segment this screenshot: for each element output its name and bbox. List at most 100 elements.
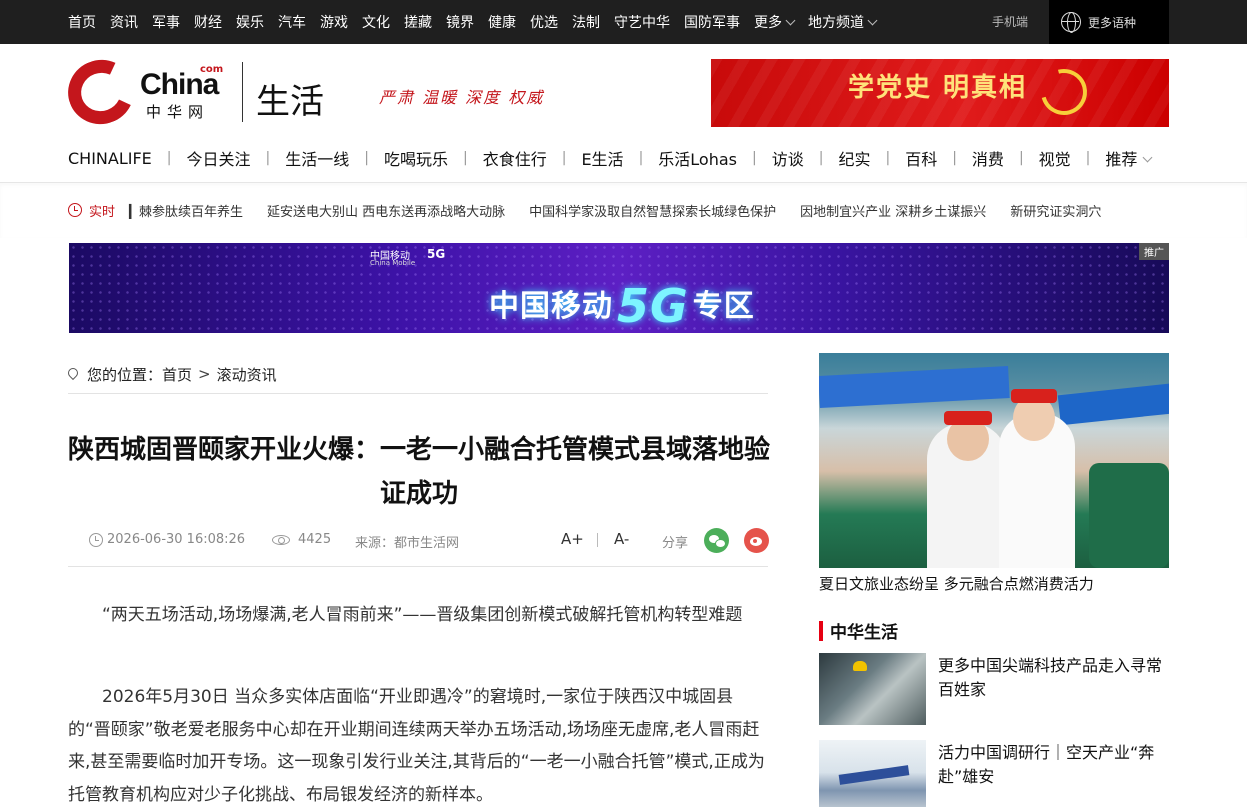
channel-nav-item[interactable]: 吃喝玩乐 [384, 146, 448, 170]
banner-5g-small: 5G [427, 247, 446, 261]
channel-nav: CHINALIFE | 今日关注 | 生活一线 | 吃喝玩乐 | 衣食住行 | E生活 | … [68, 146, 1151, 170]
top-nav-item[interactable]: 资讯 [110, 12, 138, 32]
sidebar-news-item[interactable]: 活力中国调研行｜空天产业“奔赴”雄安 [819, 740, 1169, 807]
channel-nav-item[interactable]: E生活 [581, 146, 623, 170]
logo-c-mark [59, 50, 143, 134]
language-label: 更多语种 [1088, 15, 1137, 30]
font-increase-button[interactable]: A+ [561, 530, 584, 548]
feature-caption[interactable]: 夏日文旅业态纷呈 多元融合点燃消费活力 [819, 573, 1094, 594]
top-nav-item[interactable]: 优选 [530, 12, 558, 32]
channel-nav-item[interactable]: 乐活Lohas [658, 146, 737, 170]
meta-separator [597, 533, 598, 547]
image-seat-shape [1089, 463, 1169, 568]
article-paragraph: “两天五场活动,场场爆满,老人冒雨前来”——晋级集团创新模式破解托管机构转型难题 [102, 605, 743, 625]
top-nav-item[interactable]: 国防军事 [684, 12, 740, 32]
share-label: 分享 [662, 536, 689, 551]
ticker-item[interactable]: 因地制宜兴产业 深耕乡土谋振兴 [800, 201, 986, 220]
nav-separator: | [638, 150, 644, 166]
channel-name[interactable]: 生活 [256, 74, 324, 123]
feature-image[interactable] [819, 353, 1169, 568]
header-ad-text: 学党史 明真相 [848, 73, 1028, 103]
site-logo[interactable]: China com 中华网 [59, 50, 238, 134]
breadcrumb: 您的位置： 首页 > 滚动资讯 [65, 364, 277, 385]
top-nav-item[interactable]: 法制 [572, 12, 600, 32]
publish-time: 2026-06-30 16:08:26 [89, 532, 245, 547]
top-nav-item[interactable]: 搓藏 [404, 12, 432, 32]
top-nav-item[interactable]: 镜界 [446, 12, 474, 32]
breadcrumb-home[interactable]: 首页 [162, 364, 192, 385]
news-ticker: 实时 ▎棘参肽续百年养生 延安送电大别山 西电东送再添战略大动脉 中国科学家汲取… [68, 201, 1169, 219]
nav-separator: | [885, 150, 891, 166]
banner-title-5g: 5G [617, 279, 689, 333]
china-mobile-5g-banner[interactable]: 中国移动 China Mobile 5G 中国移动5G 专区 推广 [69, 243, 1169, 333]
top-nav-item[interactable]: 汽车 [278, 12, 306, 32]
header-ad-banner[interactable]: 学党史 明真相 [711, 59, 1169, 127]
top-nav-item[interactable]: 军事 [152, 12, 180, 32]
channel-nav-item[interactable]: 衣食住行 [483, 146, 547, 170]
top-nav-region[interactable]: 地方频道 [808, 12, 876, 32]
eye-icon [272, 534, 290, 545]
ticker-label: 实时 [89, 204, 116, 220]
divider [68, 566, 768, 567]
ticker-item[interactable]: 中国科学家汲取自然智慧探索长城绿色保护 [529, 201, 776, 220]
top-nav-item[interactable]: 守艺中华 [614, 12, 670, 32]
location-pin-icon [65, 365, 81, 381]
logo-cn: 中华网 [146, 103, 210, 121]
channel-nav-item[interactable]: 百科 [905, 146, 937, 170]
mobile-link[interactable]: 手机端 [992, 0, 1028, 44]
ticker-item[interactable]: 延安送电大别山 西电东送再添战略大动脉 [267, 201, 505, 220]
nav-separator: | [265, 150, 271, 166]
nav-separator: | [364, 150, 369, 166]
nav-separator: | [462, 150, 468, 166]
nav-separator: | [752, 150, 757, 166]
news-title: 活力中国调研行｜空天产业“奔赴”雄安 [938, 743, 1155, 786]
weibo-share-icon[interactable] [744, 528, 769, 553]
view-count-text: 4425 [298, 532, 332, 547]
channel-nav-item[interactable]: CHINALIFE [68, 149, 152, 168]
article-paragraph: 2026年5月30日 当众多实体店面临“开业即遇冷”的窘境时,一家位于陕西汉中城… [68, 687, 765, 805]
news-thumbnail [819, 740, 926, 807]
channel-nav-recommend[interactable]: 推荐 [1105, 146, 1151, 170]
channel-nav-item[interactable]: 消费 [972, 146, 1004, 170]
top-nav-item[interactable]: 首页 [68, 12, 96, 32]
wechat-share-icon[interactable] [704, 528, 729, 553]
channel-nav-item[interactable]: 今日关注 [187, 146, 251, 170]
logo-com: com [200, 64, 224, 75]
banner-brand-en: China Mobile [370, 259, 416, 267]
news-title: 更多中国尖端科技产品走入寻常百姓家 [938, 656, 1163, 699]
language-button[interactable]: 更多语种 [1049, 0, 1169, 44]
top-nav-item[interactable]: 娱乐 [236, 12, 264, 32]
nav-separator: | [1018, 150, 1024, 166]
ticker-item[interactable]: 新研究证实洞穴 [1010, 201, 1101, 220]
top-bar: 首页 资讯 军事 财经 娱乐 汽车 游戏 文化 搓藏 镜界 健康 优选 法制 守… [0, 0, 1247, 44]
publish-time-text: 2026-06-30 16:08:26 [107, 532, 246, 547]
top-nav-more[interactable]: 更多 [754, 12, 794, 32]
top-nav-item[interactable]: 财经 [194, 12, 222, 32]
channel-nav-item[interactable]: 访谈 [772, 146, 804, 170]
top-nav-item[interactable]: 游戏 [320, 12, 348, 32]
article-source: 来源：都市生活网 [355, 536, 460, 551]
nav-separator: | [561, 150, 567, 166]
sidebar-news-item[interactable]: 更多中国尖端科技产品走入寻常百姓家 [819, 653, 1169, 725]
banner-title-pre: 中国移动 [489, 289, 613, 324]
top-nav-item[interactable]: 文化 [362, 12, 390, 32]
image-banner-shape [1057, 382, 1169, 426]
section-accent-bar [819, 620, 823, 641]
view-count: 4425 [272, 532, 331, 547]
breadcrumb-current[interactable]: 滚动资讯 [217, 364, 277, 385]
nav-separator: | [1085, 150, 1091, 166]
ticker-item[interactable]: ▎棘参肽续百年养生 [129, 201, 243, 220]
banner-title: 中国移动5G 专区 [489, 273, 755, 333]
breadcrumb-prefix: 您的位置： [87, 365, 163, 384]
font-decrease-button[interactable]: A- [614, 530, 629, 548]
image-banner-shape [819, 366, 1010, 408]
image-headband-shape [944, 411, 992, 425]
news-thumbnail [819, 653, 926, 725]
channel-nav-item[interactable]: 纪实 [838, 146, 870, 170]
channel-nav-item[interactable]: 视觉 [1039, 146, 1071, 170]
section-title-text: 中华生活 [830, 623, 898, 643]
top-nav-item[interactable]: 健康 [488, 12, 516, 32]
ticker-items: ▎棘参肽续百年养生 延安送电大别山 西电东送再添战略大动脉 中国科学家汲取自然智… [129, 201, 1125, 220]
clock-icon [89, 532, 103, 547]
channel-nav-item[interactable]: 生活一线 [285, 146, 349, 170]
